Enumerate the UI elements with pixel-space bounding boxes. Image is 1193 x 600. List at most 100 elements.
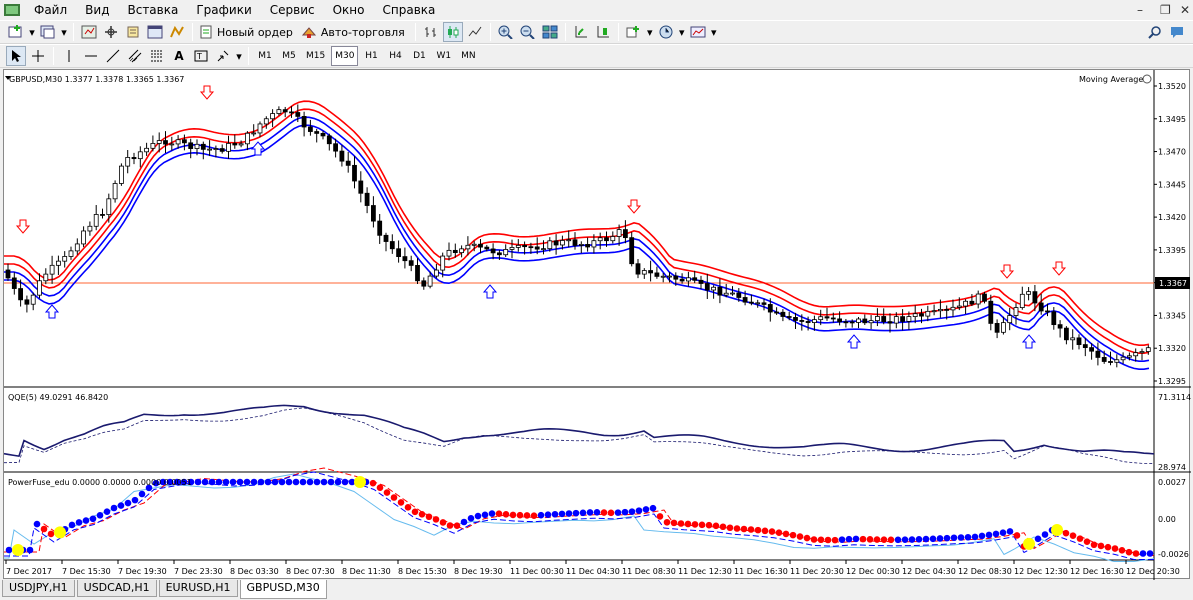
indicator-close-icon[interactable] bbox=[1142, 74, 1152, 84]
candle-body bbox=[698, 279, 704, 284]
candle-body bbox=[1001, 322, 1006, 333]
chart-canvas[interactable]: 1.3520 1.3495 1.3470 1.3445 1.3420 1.3395 1.33… bbox=[4, 70, 1191, 580]
text-label-icon[interactable]: T bbox=[191, 46, 211, 66]
candle-body bbox=[408, 260, 414, 266]
channel-icon[interactable] bbox=[125, 46, 145, 66]
menu-charts[interactable]: Графики bbox=[187, 0, 260, 20]
chevron-down-icon[interactable]: ▾ bbox=[28, 22, 36, 42]
candle-body bbox=[137, 151, 143, 160]
candle-body bbox=[37, 280, 42, 296]
candle-body bbox=[931, 310, 937, 313]
zoom-out-icon[interactable] bbox=[518, 22, 538, 42]
close-icon[interactable]: ✕ bbox=[1180, 3, 1190, 17]
navigator-icon[interactable] bbox=[101, 22, 121, 42]
menu-file[interactable]: Файл bbox=[25, 0, 76, 20]
periods-icon[interactable] bbox=[656, 22, 676, 42]
new-order-button[interactable]: Новый ордер bbox=[198, 22, 298, 42]
candle-body bbox=[163, 140, 168, 145]
pf-dot bbox=[754, 526, 762, 534]
candle-body bbox=[900, 316, 905, 322]
minimize-icon[interactable]: – bbox=[1137, 3, 1143, 17]
pf-dot bbox=[1041, 531, 1049, 538]
bar-chart-icon[interactable] bbox=[421, 22, 441, 42]
chevron-down-icon[interactable]: ▾ bbox=[646, 22, 654, 42]
timeframe-d1[interactable]: D1 bbox=[408, 46, 430, 66]
candle-body bbox=[641, 270, 647, 275]
menu-view[interactable]: Вид bbox=[76, 0, 118, 20]
tab-gbpusd[interactable]: GBPUSD,M30 bbox=[239, 580, 327, 599]
pf-dot bbox=[684, 520, 692, 528]
menu-window[interactable]: Окно bbox=[324, 0, 374, 20]
separator bbox=[53, 47, 54, 65]
pf-dot bbox=[201, 478, 209, 486]
pf-dot bbox=[89, 515, 97, 523]
pf-dot bbox=[964, 533, 972, 541]
chevron-down-icon[interactable]: ▾ bbox=[678, 22, 686, 42]
chevron-down-icon[interactable]: ▾ bbox=[60, 22, 68, 42]
pf-dot bbox=[873, 536, 881, 543]
market-watch-icon[interactable] bbox=[79, 22, 99, 42]
chevron-down-icon[interactable]: ▾ bbox=[710, 22, 718, 42]
time-label: 7 Dec 23:30 bbox=[174, 567, 223, 576]
candle-body bbox=[749, 301, 754, 304]
new-chart-icon[interactable] bbox=[6, 22, 26, 42]
cursor-icon[interactable] bbox=[6, 46, 26, 66]
candle-body bbox=[496, 252, 502, 256]
candle-body bbox=[333, 143, 339, 152]
pf-dot bbox=[1132, 550, 1140, 557]
timeframe-h4[interactable]: H4 bbox=[384, 46, 406, 66]
chart-shift-icon[interactable] bbox=[593, 22, 613, 42]
text-icon[interactable]: A bbox=[169, 46, 189, 66]
line-chart-icon[interactable] bbox=[465, 22, 485, 42]
pf-dot bbox=[628, 508, 636, 515]
tab-usdcad[interactable]: USDCAD,H1 bbox=[76, 580, 157, 597]
auto-scroll-icon[interactable] bbox=[571, 22, 591, 42]
separator bbox=[564, 23, 566, 41]
tab-eurusd[interactable]: EURUSD,H1 bbox=[158, 580, 238, 597]
indicators-icon[interactable] bbox=[624, 22, 644, 42]
candle-body bbox=[1051, 311, 1057, 326]
fibonacci-icon[interactable] bbox=[147, 46, 167, 66]
timeframe-m15[interactable]: M15 bbox=[302, 46, 329, 66]
vertical-line-icon[interactable] bbox=[59, 46, 79, 66]
menu-insert[interactable]: Вставка bbox=[118, 0, 187, 20]
candle-body bbox=[81, 230, 86, 245]
chat-icon[interactable] bbox=[1167, 22, 1187, 42]
arrows-icon[interactable] bbox=[213, 46, 233, 66]
separator bbox=[489, 23, 491, 41]
restore-icon[interactable]: ❐ bbox=[1160, 3, 1171, 17]
candle-body bbox=[950, 306, 956, 311]
candle-body bbox=[1145, 347, 1151, 352]
templates-icon[interactable] bbox=[688, 22, 708, 42]
trendline-icon[interactable] bbox=[103, 46, 123, 66]
timeframe-mn[interactable]: MN bbox=[457, 46, 480, 66]
timeframe-m1[interactable]: M1 bbox=[254, 46, 276, 66]
pf-dot bbox=[96, 512, 104, 519]
horizontal-line-icon[interactable] bbox=[81, 46, 101, 66]
pf-dot bbox=[670, 519, 678, 527]
data-window-icon[interactable] bbox=[123, 22, 143, 42]
timeframe-w1[interactable]: W1 bbox=[432, 46, 455, 66]
timeframe-m30[interactable]: M30 bbox=[331, 46, 359, 66]
tile-windows-icon[interactable] bbox=[540, 22, 560, 42]
timeframe-h1[interactable]: H1 bbox=[360, 46, 382, 66]
crosshair-icon[interactable] bbox=[28, 46, 48, 66]
candle-body bbox=[1038, 302, 1044, 312]
terminal-icon[interactable] bbox=[145, 22, 165, 42]
zoom-in-icon[interactable] bbox=[496, 22, 516, 42]
profiles-icon[interactable] bbox=[38, 22, 58, 42]
tab-usdjpy[interactable]: USDJPY,H1 bbox=[2, 580, 75, 597]
autotrading-button[interactable]: Авто-торговля bbox=[300, 22, 410, 42]
pf-dot bbox=[376, 484, 384, 492]
menu-tools[interactable]: Сервис bbox=[261, 0, 324, 20]
menu-help[interactable]: Справка bbox=[374, 0, 445, 20]
chevron-down-icon[interactable]: ▾ bbox=[235, 46, 243, 66]
pf-dot bbox=[817, 536, 825, 544]
tester-icon[interactable] bbox=[167, 22, 187, 42]
chart-window[interactable]: 1.3520 1.3495 1.3470 1.3445 1.3420 1.3395 1.33… bbox=[3, 69, 1191, 580]
timeframe-m5[interactable]: M5 bbox=[278, 46, 300, 66]
candle-body bbox=[522, 244, 527, 248]
candlestick-icon[interactable] bbox=[442, 22, 463, 42]
search-icon[interactable] bbox=[1145, 22, 1165, 42]
candle-body bbox=[93, 214, 99, 227]
